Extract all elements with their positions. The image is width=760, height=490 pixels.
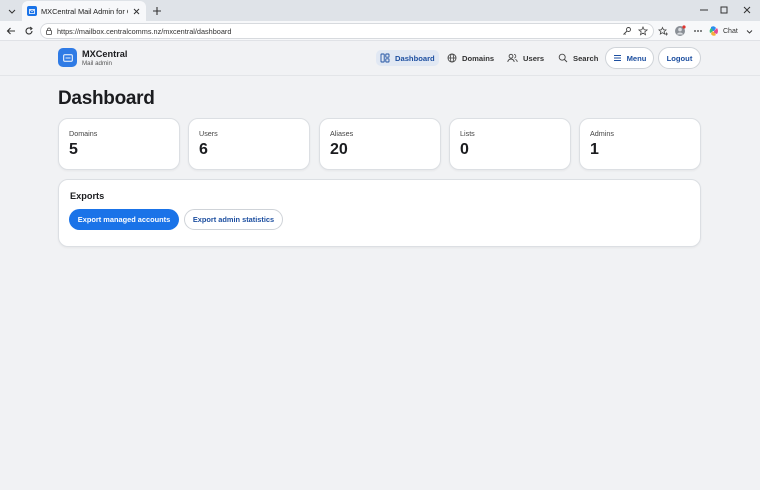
search-icon bbox=[558, 53, 568, 63]
exports-card: Exports Export managed accounts Export a… bbox=[58, 179, 701, 247]
browser-tab[interactable]: MXCentral Mail Admin for CCL bbox=[22, 1, 146, 21]
stat-card-admins: Admins 1 bbox=[579, 118, 701, 170]
favorites-collection-icon[interactable] bbox=[656, 24, 670, 38]
stat-label: Users bbox=[199, 129, 218, 138]
stat-label: Lists bbox=[460, 129, 475, 138]
stat-value: 5 bbox=[69, 141, 78, 158]
stat-value: 6 bbox=[199, 141, 208, 158]
nav-search-label: Search bbox=[573, 53, 599, 63]
export-managed-accounts-button[interactable]: Export managed accounts bbox=[69, 209, 179, 230]
globe-icon bbox=[447, 53, 457, 63]
stat-label: Domains bbox=[69, 129, 98, 138]
chat-label: Chat bbox=[723, 27, 738, 35]
nav-users[interactable]: Users bbox=[503, 50, 548, 66]
stat-card-users: Users 6 bbox=[188, 118, 310, 170]
stat-card-domains: Domains 5 bbox=[58, 118, 180, 170]
url-text: https://mailbox.centralcomms.nz/mxcentra… bbox=[57, 26, 232, 36]
minimize-icon[interactable] bbox=[697, 3, 711, 17]
logout-button-label: Logout bbox=[666, 53, 693, 63]
brand-name: MXCentral bbox=[82, 49, 128, 59]
browser-tab-bar: MXCentral Mail Admin for CCL bbox=[0, 0, 760, 21]
nav-search[interactable]: Search bbox=[554, 50, 602, 66]
stat-label: Aliases bbox=[330, 129, 354, 138]
close-window-icon[interactable] bbox=[740, 3, 754, 17]
profile-avatar-icon[interactable] bbox=[673, 24, 687, 38]
users-icon bbox=[507, 53, 518, 63]
address-bar[interactable]: https://mailbox.centralcomms.nz/mxcentra… bbox=[40, 23, 654, 39]
copilot-icon bbox=[708, 25, 720, 37]
logout-button[interactable]: Logout bbox=[658, 47, 701, 69]
stat-value: 1 bbox=[590, 141, 599, 158]
exports-title: Exports bbox=[70, 191, 105, 201]
stat-card-aliases: Aliases 20 bbox=[319, 118, 441, 170]
maximize-icon[interactable] bbox=[717, 3, 731, 17]
reload-icon[interactable] bbox=[22, 24, 36, 38]
browser-toolbar: https://mailbox.centralcomms.nz/mxcentra… bbox=[0, 21, 760, 41]
more-options-icon[interactable] bbox=[691, 24, 705, 38]
app-header: MXCentral Mail admin Dashboard Domains U… bbox=[0, 42, 760, 76]
brand-logo-icon[interactable] bbox=[58, 48, 77, 67]
tab-list-chevron-icon[interactable] bbox=[4, 3, 20, 19]
brand-subtitle: Mail admin bbox=[82, 60, 112, 67]
tab-title: MXCentral Mail Admin for CCL bbox=[41, 6, 128, 16]
hamburger-menu-icon bbox=[613, 55, 621, 61]
nav-users-label: Users bbox=[523, 53, 545, 63]
stat-label: Admins bbox=[590, 129, 614, 138]
stat-card-lists: Lists 0 bbox=[449, 118, 571, 170]
close-tab-icon[interactable] bbox=[131, 6, 141, 16]
back-arrow-icon[interactable] bbox=[4, 24, 18, 38]
menu-button[interactable]: Menu bbox=[605, 47, 654, 69]
key-icon[interactable] bbox=[621, 25, 633, 37]
nav-dashboard-label: Dashboard bbox=[395, 53, 435, 63]
mail-favicon-icon bbox=[27, 6, 37, 16]
stat-value: 20 bbox=[330, 141, 348, 158]
page-title: Dashboard bbox=[58, 88, 155, 109]
nav-domains[interactable]: Domains bbox=[443, 50, 498, 66]
favorite-star-icon[interactable] bbox=[637, 25, 649, 37]
chevron-down-icon[interactable] bbox=[746, 28, 753, 35]
dashboard-icon bbox=[380, 53, 390, 63]
site-info-lock-icon[interactable] bbox=[45, 27, 53, 35]
export-admin-statistics-button[interactable]: Export admin statistics bbox=[184, 209, 283, 230]
menu-button-label: Menu bbox=[626, 53, 647, 63]
stat-value: 0 bbox=[460, 141, 469, 158]
nav-domains-label: Domains bbox=[462, 53, 495, 63]
nav-dashboard[interactable]: Dashboard bbox=[376, 50, 439, 66]
copilot-chat-button[interactable]: Chat bbox=[708, 23, 756, 39]
new-tab-plus-icon[interactable] bbox=[149, 3, 164, 18]
